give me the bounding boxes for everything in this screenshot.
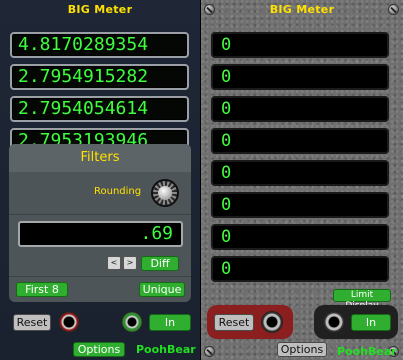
right-options-button[interactable]: Options [277, 342, 327, 357]
right-readout-6: 0 [211, 192, 389, 218]
rounding-value-display: .69 [18, 221, 183, 247]
right-brand-label: PoohBear [337, 345, 397, 358]
screw-icon [388, 4, 399, 15]
rounding-knob[interactable] [151, 179, 179, 207]
right-readout-5: 0 [211, 160, 389, 186]
first-8-button[interactable]: First 8 [16, 282, 68, 297]
left-brand-label: PoohBear [136, 343, 196, 356]
rounding-prev-button[interactable]: < [107, 256, 121, 270]
right-readout-2: 0 [211, 64, 389, 90]
filters-divider [9, 276, 191, 277]
rounding-next-button[interactable]: > [123, 256, 137, 270]
left-readout-1: 4.8170289354 [10, 32, 189, 58]
filters-title: Filters [9, 144, 191, 172]
right-readout-3: 0 [211, 96, 389, 122]
right-in-jack[interactable] [323, 311, 345, 333]
rounding-label: Rounding [94, 186, 142, 197]
diff-button[interactable]: Diff [141, 256, 179, 271]
left-readout-2: 2.7954915282 [10, 64, 189, 90]
left-in-button[interactable]: In [149, 314, 191, 331]
right-readout-1: 0 [211, 32, 389, 58]
right-reset-button[interactable]: Reset [214, 314, 254, 331]
right-reset-jack[interactable] [261, 311, 283, 333]
screw-icon [204, 346, 215, 357]
right-readout-4: 0 [211, 128, 389, 154]
right-readout-8: 0 [211, 256, 389, 282]
left-module-title: BIG Meter [67, 3, 133, 16]
left-reset-button[interactable]: Reset [13, 314, 51, 331]
filters-popup: Filters Rounding .69 < > Diff First 8 Un… [9, 144, 191, 302]
right-in-button[interactable]: In [351, 314, 391, 331]
left-in-jack[interactable] [121, 311, 143, 333]
limit-display-button[interactable]: Limit Display [333, 289, 391, 311]
left-reset-jack[interactable] [58, 311, 80, 333]
screw-icon [204, 4, 215, 15]
right-readout-7: 0 [211, 224, 389, 250]
filters-divider [9, 214, 191, 215]
left-readout-3: 2.7954054614 [10, 96, 189, 122]
left-options-button[interactable]: Options [73, 342, 125, 357]
unique-button[interactable]: Unique [139, 282, 185, 297]
right-module-title: BIG Meter [269, 3, 335, 16]
